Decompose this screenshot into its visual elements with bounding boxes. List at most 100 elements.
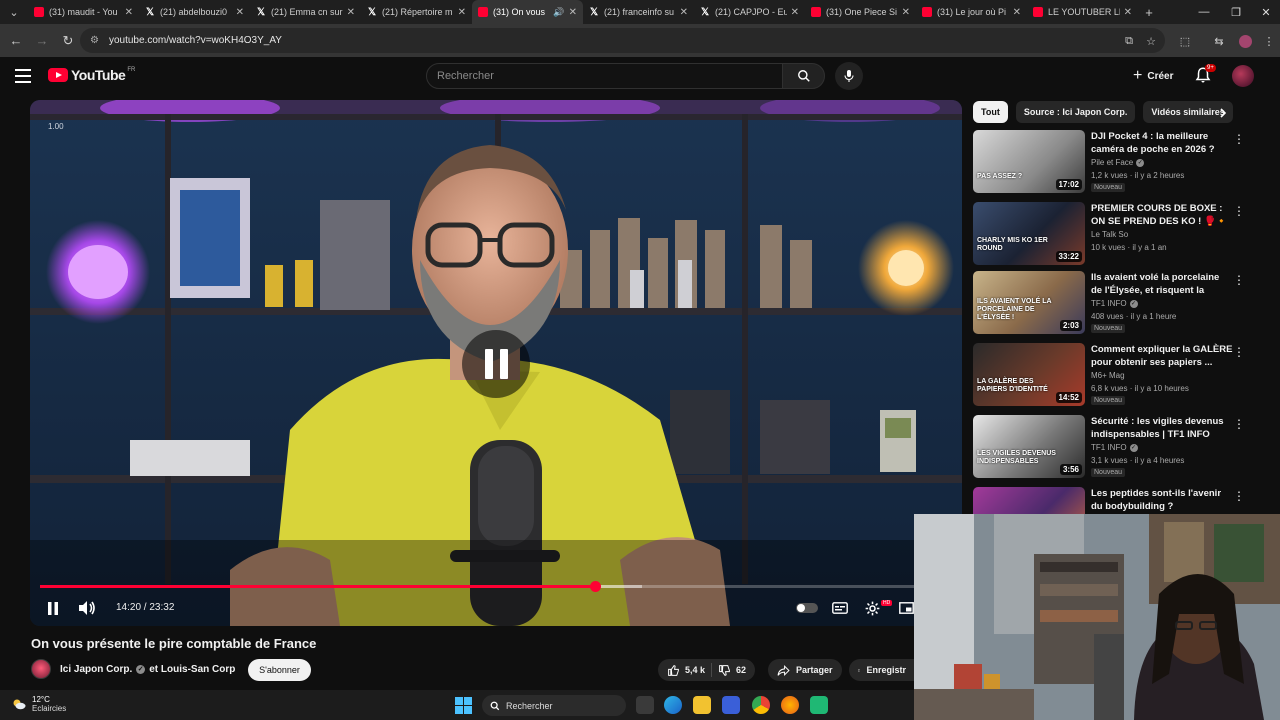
center-pause-button[interactable] — [462, 330, 530, 398]
tab-close-icon[interactable]: ✕ — [125, 7, 133, 18]
chevron-right-icon[interactable] — [1218, 107, 1232, 121]
store-icon[interactable] — [722, 696, 740, 714]
more-options-icon[interactable]: ⋮ — [1233, 489, 1245, 505]
recommendation-title[interactable]: DJI Pocket 4 : la meilleure caméra de po… — [1091, 130, 1233, 156]
tab-search-chevron-icon[interactable]: ⌄ — [0, 0, 28, 24]
miniplayer-icon[interactable] — [896, 598, 916, 618]
autoplay-toggle[interactable] — [796, 603, 818, 613]
site-info-icon[interactable]: ⚙ — [90, 35, 99, 46]
like-button[interactable]: 5,4 k — [667, 664, 705, 677]
subscribe-button[interactable]: S'abonner — [248, 659, 311, 681]
forward-icon[interactable]: → — [30, 29, 54, 53]
recommendation-thumbnail[interactable]: LA GALÈRE DES PAPIERS D'IDENTITÉ 14:52 — [973, 343, 1085, 406]
back-icon[interactable]: ← — [4, 29, 28, 53]
progress-bar[interactable] — [40, 581, 952, 592]
profile-avatar-icon[interactable] — [1236, 32, 1254, 50]
taskbar-search[interactable]: Rechercher — [482, 695, 626, 716]
tab-close-icon[interactable]: ✕ — [1013, 7, 1021, 18]
subtitles-icon[interactable] — [830, 598, 850, 618]
close-window-icon[interactable]: ✕ — [1250, 0, 1280, 24]
recommendation-thumbnail[interactable]: PAS ASSEZ ? 17:02 — [973, 130, 1085, 193]
create-button[interactable]: + Créer — [1125, 64, 1181, 88]
more-options-icon[interactable]: ⋮ — [1233, 204, 1245, 220]
recommendation-channel-row[interactable]: Pile et Face ✓ — [1091, 158, 1145, 167]
profile-switch-icon[interactable]: ⇆ — [1210, 32, 1228, 50]
youtube-logo[interactable]: YouTube FR — [48, 67, 135, 83]
browser-tab[interactable]: 𝕏 (21) franceinfo su ✕ — [583, 0, 694, 24]
settings-gear-icon[interactable] — [862, 598, 882, 618]
tab-close-icon[interactable]: ✕ — [1124, 7, 1132, 18]
recommendation-channel-row[interactable]: Le Talk So — [1091, 230, 1128, 239]
browser-tab[interactable]: (31) One Piece Si ✕ — [805, 0, 916, 24]
recommendation-thumbnail[interactable]: LES VIGILES DEVENUS INDISPENSABLES 3:56 — [973, 415, 1085, 478]
extensions-icon[interactable]: ⬚ — [1176, 32, 1194, 50]
weather-widget[interactable]: 12°C Eclaircies — [12, 695, 66, 713]
install-app-icon[interactable]: ⧉ — [1120, 32, 1138, 50]
co-channel-name[interactable]: et Louis-San Corp — [149, 664, 235, 675]
recommendation-channel-row[interactable]: M6+ Mag — [1091, 371, 1125, 380]
recommendation-thumbnail[interactable]: CHARLY MIS KO 1ER ROUND 33:22 — [973, 202, 1085, 265]
recommendation-item[interactable]: CHARLY MIS KO 1ER ROUND 33:22 PREMIER COUR… — [973, 202, 1273, 266]
channel-name-row[interactable]: Ici Japon Corp. ✓ et Louis-San Corp — [60, 664, 235, 675]
more-options-icon[interactable]: ⋮ — [1233, 132, 1245, 148]
filter-chip[interactable]: Tout — [973, 101, 1008, 123]
browser-tab[interactable]: LE YOUTUBER LE ✕ — [1027, 0, 1138, 24]
tab-close-icon[interactable]: ✕ — [236, 7, 244, 18]
file-explorer-icon[interactable] — [693, 696, 711, 714]
tab-close-icon[interactable]: ✕ — [458, 7, 466, 18]
menu-icon[interactable] — [15, 69, 31, 83]
browser-menu-icon[interactable]: ⋮ — [1260, 32, 1278, 50]
recommendation-channel-row[interactable]: TF1 INFO ✓ — [1091, 299, 1138, 308]
tab-close-icon[interactable]: ✕ — [569, 7, 577, 18]
recommendation-item[interactable]: LA GALÈRE DES PAPIERS D'IDENTITÉ 14:52 Com… — [973, 343, 1273, 407]
share-button[interactable]: Partager — [768, 659, 842, 681]
tab-close-icon[interactable]: ✕ — [347, 7, 355, 18]
recommendation-item[interactable]: LES VIGILES DEVENUS INDISPENSABLES 3:56 Sé… — [973, 415, 1273, 479]
bookmark-star-icon[interactable]: ☆ — [1142, 32, 1160, 50]
browser-tab[interactable]: 𝕏 (21) abdelbouzi0 ✕ — [139, 0, 250, 24]
filter-chip[interactable]: Source : Ici Japon Corp. — [1015, 101, 1136, 123]
recommendation-item[interactable]: ILS AVAIENT VOLÉ LA PORCELAINE DE L'ÉLYS… — [973, 271, 1273, 335]
recommendation-item[interactable]: PAS ASSEZ ? 17:02 DJI Pocket 4 : la meille… — [973, 130, 1273, 194]
tab-audio-icon[interactable]: 🔊 — [553, 7, 564, 18]
recommendation-title[interactable]: Ils avaient volé la porcelaine de l'Élys… — [1091, 271, 1233, 297]
omnibox[interactable]: ⚙ youtube.com/watch?v=woKH4O3Y_AY — [80, 28, 1165, 53]
pause-icon[interactable] — [44, 598, 62, 618]
browser-tab[interactable]: 𝕏 (21) CAPJPO - Eu ✕ — [694, 0, 805, 24]
channel-name[interactable]: Ici Japon Corp. — [60, 664, 132, 675]
voice-search-button[interactable] — [835, 62, 863, 90]
browser-tab[interactable]: 𝕏 (21) Répertoire m ✕ — [361, 0, 472, 24]
edge-icon[interactable] — [664, 696, 682, 714]
new-tab-button[interactable]: + — [1138, 5, 1160, 20]
minimize-icon[interactable]: — — [1188, 0, 1220, 24]
tab-close-icon[interactable]: ✕ — [680, 7, 688, 18]
search-button[interactable] — [782, 63, 825, 89]
dislike-button[interactable]: 62 — [718, 664, 746, 677]
app-icon[interactable] — [810, 696, 828, 714]
tab-close-icon[interactable]: ✕ — [791, 7, 799, 18]
browser-tab[interactable]: 𝕏 (21) Emma cn sur ✕ — [250, 0, 361, 24]
firefox-icon[interactable] — [781, 696, 799, 714]
chrome-icon[interactable] — [752, 696, 770, 714]
more-options-icon[interactable]: ⋮ — [1233, 417, 1245, 433]
task-view-icon[interactable] — [636, 696, 654, 714]
more-options-icon[interactable]: ⋮ — [1233, 345, 1245, 361]
recommendation-title[interactable]: Les peptides sont-ils l'avenir du bodybu… — [1091, 487, 1233, 513]
reload-icon[interactable]: ↻ — [56, 29, 80, 53]
browser-tab[interactable]: (31) maudit - You ✕ — [28, 0, 139, 24]
save-button[interactable]: Enregistr — [849, 659, 915, 681]
maximize-icon[interactable]: ❐ — [1220, 0, 1252, 24]
recommendation-channel-row[interactable]: TF1 INFO ✓ — [1091, 443, 1138, 452]
video-player[interactable]: 1.00 14:20 / 23:32 HD — [30, 100, 962, 626]
browser-tab[interactable]: (31) Le jour où Pi ✕ — [916, 0, 1027, 24]
recommendation-title[interactable]: PREMIER COURS DE BOXE : ON SE PREND DES … — [1091, 202, 1233, 228]
search-input[interactable] — [427, 64, 782, 88]
volume-icon[interactable] — [76, 598, 98, 618]
recommendation-thumbnail[interactable]: ILS AVAIENT VOLÉ LA PORCELAINE DE L'ÉLYS… — [973, 271, 1085, 334]
recommendation-title[interactable]: Sécurité : les vigiles devenus indispens… — [1091, 415, 1233, 441]
windows-start-icon[interactable] — [455, 697, 472, 714]
account-avatar[interactable] — [1232, 65, 1254, 87]
tab-close-icon[interactable]: ✕ — [902, 7, 910, 18]
channel-avatar[interactable] — [31, 659, 51, 679]
recommendation-title[interactable]: Comment expliquer la GALÈRE pour obtenir… — [1091, 343, 1233, 369]
